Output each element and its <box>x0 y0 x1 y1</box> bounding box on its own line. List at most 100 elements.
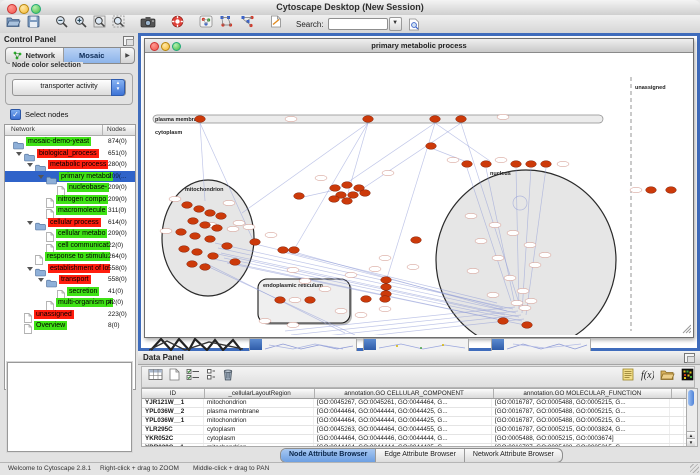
colored-node[interactable] <box>381 277 392 284</box>
empty-node[interactable] <box>299 278 311 283</box>
colored-node[interactable] <box>481 161 492 168</box>
expander-icon[interactable] <box>16 152 22 156</box>
colored-node[interactable] <box>329 196 340 203</box>
colored-node[interactable] <box>212 225 223 232</box>
tab-mosaic[interactable]: Mosaic <box>64 48 122 63</box>
layout-network-1-icon[interactable] <box>219 15 234 28</box>
tab-network[interactable]: Network <box>6 48 64 63</box>
empty-node[interactable] <box>379 306 391 311</box>
colored-node[interactable] <box>330 185 341 192</box>
empty-node[interactable] <box>287 322 299 327</box>
search-settings-icon[interactable] <box>408 18 421 31</box>
colored-node[interactable] <box>342 182 353 189</box>
colored-node[interactable] <box>511 161 522 168</box>
column-header-annotation.GO CELLULAR_COMPONENT[interactable]: annotation.GO CELLULAR_COMPONENT <box>315 389 493 398</box>
colored-node[interactable] <box>294 193 305 200</box>
table-row-YJR121W__1[interactable]: YJR121W__1mitochondrion[GO:0045267, GO:0… <box>142 399 687 408</box>
colored-node[interactable] <box>275 297 286 304</box>
colored-node[interactable] <box>411 237 422 244</box>
empty-node[interactable] <box>227 226 239 231</box>
colored-node[interactable] <box>190 233 201 240</box>
more-tabs-arrow[interactable]: ▶ <box>121 48 134 63</box>
empty-node[interactable] <box>259 318 271 323</box>
tree-row-overview[interactable]: Overview8(0) <box>5 320 135 332</box>
expander-icon[interactable] <box>27 221 33 225</box>
colored-node[interactable] <box>348 192 359 199</box>
attribute-table-icon[interactable] <box>148 368 163 381</box>
select-nodes-checkbox[interactable]: ✓ <box>10 109 21 120</box>
empty-node[interactable] <box>233 220 245 225</box>
tab-node-attribute-browser[interactable]: Node Attribute Browser <box>281 449 376 462</box>
edge[interactable] <box>335 123 435 191</box>
edge[interactable] <box>348 123 368 193</box>
birds-eye-view-panel[interactable] <box>7 362 132 452</box>
colored-node[interactable] <box>526 161 537 168</box>
empty-node[interactable] <box>369 266 381 271</box>
tree-row-nucleobase-[interactable]: nucleobase-209(0) <box>5 182 135 194</box>
colored-node[interactable] <box>342 198 353 205</box>
colored-node[interactable] <box>179 246 190 253</box>
tree-row-cell-communicat[interactable]: cell communicat22(0) <box>5 240 135 252</box>
float-data-panel-icon[interactable] <box>684 353 695 363</box>
colored-node[interactable] <box>216 213 227 220</box>
empty-node[interactable] <box>495 157 507 162</box>
empty-node[interactable] <box>529 262 541 267</box>
table-row-YKR052C[interactable]: YKR052Ccytoplasm[GO:0044464, GO:0044446,… <box>142 435 687 444</box>
colored-node[interactable] <box>230 259 241 266</box>
search-dropdown-arrow[interactable]: ▼ <box>389 17 402 31</box>
tree-row-mosaic-demo-yeast[interactable]: mosaic-demo-yeast874(0) <box>5 136 135 148</box>
search-input[interactable] <box>328 18 388 30</box>
table-row-YDR039C__1[interactable]: YDR039C__1mitochondrion[GO:0044464, GO:0… <box>142 444 687 447</box>
empty-node[interactable] <box>355 312 367 317</box>
function-builder-icon[interactable]: f(x) <box>640 368 654 381</box>
table-row-YPL036W__1[interactable]: YPL036W__1mitochondrion[GO:0044464, GO:0… <box>142 417 687 426</box>
tree-row-multi-organism-pro[interactable]: multi-organism pro42(0) <box>5 297 135 309</box>
import-attributes-icon[interactable] <box>660 368 675 381</box>
colored-node[interactable] <box>205 210 216 217</box>
colored-node[interactable] <box>278 247 289 254</box>
zoom-out-icon[interactable] <box>55 15 68 28</box>
colored-node[interactable] <box>380 296 391 303</box>
table-row-YPL036W__2[interactable]: YPL036W__2plasma membrane[GO:0044464, GO… <box>142 408 687 417</box>
empty-node[interactable] <box>315 175 327 180</box>
empty-node[interactable] <box>630 187 642 192</box>
colored-node[interactable] <box>176 229 187 236</box>
empty-node[interactable] <box>525 298 537 303</box>
tree-row-macromolecule[interactable]: macromolecule311(0) <box>5 205 135 217</box>
empty-node[interactable] <box>287 267 299 272</box>
colored-node[interactable] <box>192 249 203 256</box>
attribute-notes-icon[interactable] <box>622 368 634 381</box>
network-snapshot-icon[interactable] <box>140 15 156 28</box>
expander-icon[interactable] <box>38 278 44 282</box>
empty-node[interactable] <box>382 170 394 175</box>
scroll-down-arrow[interactable]: ▼ <box>687 438 695 446</box>
network-window-titlebar[interactable]: primary metabolic process <box>145 39 693 53</box>
empty-node[interactable] <box>265 232 277 237</box>
expander-icon[interactable] <box>38 175 44 179</box>
empty-node[interactable] <box>465 213 477 218</box>
colored-node[interactable] <box>194 206 205 213</box>
empty-node[interactable] <box>467 268 479 273</box>
empty-node[interactable] <box>407 264 419 269</box>
tree-header[interactable]: Network Nodes <box>5 125 135 136</box>
colored-node[interactable] <box>182 202 193 209</box>
empty-node[interactable] <box>519 305 531 310</box>
empty-node[interactable] <box>511 300 523 305</box>
tree-row-transport[interactable]: transport558(0) <box>5 274 135 286</box>
empty-node[interactable] <box>243 224 255 229</box>
empty-node[interactable] <box>345 272 357 277</box>
layout-network-2-icon[interactable] <box>240 15 255 28</box>
table-scrollbar[interactable]: ▲ ▼ <box>686 388 698 447</box>
node-color-dropdown[interactable]: transporter activity ▲▼ <box>12 79 126 96</box>
empty-node[interactable] <box>492 255 504 260</box>
colored-node[interactable] <box>498 318 509 325</box>
empty-node[interactable] <box>319 286 331 291</box>
colored-node[interactable] <box>381 284 392 291</box>
colored-node[interactable] <box>188 218 199 225</box>
view-resize-grip[interactable] <box>683 325 691 333</box>
table-row-YLR295C[interactable]: YLR295Ccytoplasm[GO:0045263, GO:0044464,… <box>142 426 687 435</box>
open-file-icon[interactable] <box>6 15 21 28</box>
tree-row-secretion[interactable]: secretion41(0) <box>5 286 135 298</box>
empty-node[interactable] <box>475 238 487 243</box>
colored-node[interactable] <box>666 187 677 194</box>
